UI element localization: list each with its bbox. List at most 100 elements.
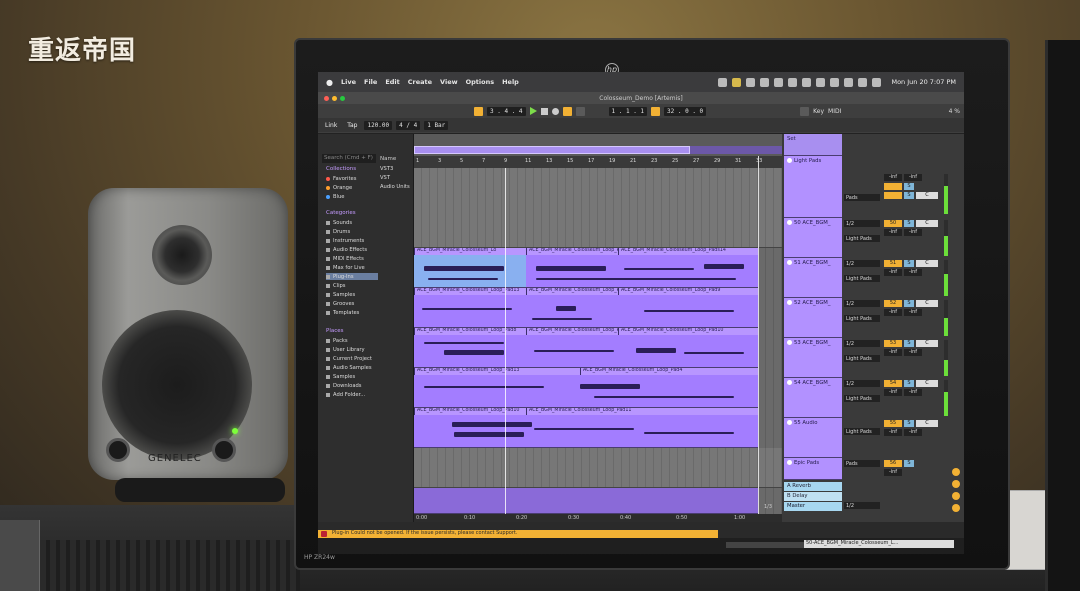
category-clips[interactable]: Clips [326, 282, 378, 289]
menu-edit[interactable]: Edit [385, 78, 399, 86]
output-select[interactable]: Light Pads [844, 235, 880, 242]
loop-start-display[interactable]: 1 . 1 . 1 [608, 106, 648, 116]
pan-knob[interactable]: C [916, 380, 938, 387]
peak-display[interactable]: -inf [904, 349, 922, 356]
place-downloads[interactable]: Downloads [326, 382, 378, 389]
input-select[interactable]: 1/2 [844, 380, 880, 387]
play-icon[interactable] [529, 107, 537, 115]
volume-display[interactable]: -inf [884, 469, 902, 476]
pan-knob[interactable]: C [916, 420, 938, 427]
browser-item-vst3[interactable]: VST3 [380, 166, 393, 172]
clip-title[interactable]: ACE_BGM_Miracle_Colosseum_Loop_Pad9 [618, 288, 758, 295]
quantize-select[interactable]: 1 Bar [424, 120, 449, 130]
pencil-icon[interactable] [800, 106, 810, 116]
track-header-53[interactable]: 53 ACE_BGM_ [784, 338, 842, 378]
search-icon[interactable] [858, 77, 868, 87]
arrangement-overview[interactable] [414, 146, 782, 154]
browser-item-audio-units[interactable]: Audio Units [380, 184, 410, 190]
master-output-select[interactable]: 1/2 [844, 502, 880, 509]
wifi-icon[interactable] [830, 77, 840, 87]
volume-display[interactable]: -inf [884, 349, 902, 356]
page-indicator[interactable]: 1/3 [764, 504, 772, 510]
empty-track-lane[interactable] [414, 168, 782, 248]
record-arm-icon[interactable] [952, 480, 960, 488]
track-header-55-audio[interactable]: 55 Audio [784, 418, 842, 458]
track-activator[interactable] [884, 183, 902, 190]
category-grooves[interactable]: Grooves [326, 300, 378, 307]
menu-options[interactable]: Options [466, 78, 494, 86]
input-select[interactable]: Pads [844, 460, 880, 467]
output-select[interactable]: Light Pads [844, 428, 880, 435]
pan-knob[interactable]: C [916, 340, 938, 347]
solo-button[interactable]: S [904, 380, 914, 387]
record-icon[interactable] [551, 107, 559, 115]
key-map-button[interactable]: Key [813, 108, 824, 115]
status-app-icon[interactable] [760, 77, 770, 87]
pan-knob[interactable]: C [916, 220, 938, 227]
clip-title[interactable]: ACE_BGM_Miracle_Colosseum_Loop_Pad9 [526, 328, 618, 335]
clip-title[interactable]: ACE_BGM_Miracle_Colosseum_Loop_Pads14 [618, 248, 758, 255]
status-app-icon[interactable] [802, 77, 812, 87]
link-button[interactable]: Link [322, 121, 340, 130]
place-packs[interactable]: Packs [326, 337, 378, 344]
clip-lane[interactable]: ACE_BGM_Miracle_Colosseum_Lo ACE_BGM_Mir… [414, 248, 758, 288]
output-select[interactable]: Light Pads [844, 275, 880, 282]
clip-title[interactable]: ACE_BGM_Miracle_Colosseum_Loop_Pad10 [414, 408, 526, 415]
warning-message[interactable]: Plug-in Could not be opened. If the issu… [318, 530, 718, 538]
loop-button[interactable] [651, 106, 661, 116]
clip-title[interactable]: ACE_BGM_Miracle_Colosseum_Loop_Pad13 [414, 288, 526, 295]
status-app-icon[interactable] [718, 77, 728, 87]
clip-title[interactable]: ACE_BGM_Miracle_Colosseum_Loop_Pad [526, 248, 618, 255]
track-header-52[interactable]: 52 ACE_BGM_ [784, 298, 842, 338]
category-audio-effects[interactable]: Audio Effects [326, 246, 378, 253]
place-audio-samples[interactable]: Audio Samples [326, 364, 378, 371]
input-select[interactable]: 1/2 [844, 260, 880, 267]
clip-lane[interactable]: ACE_BGM_Miracle_Colosseum_Loop_Pad13 ACE… [414, 288, 758, 328]
playhead[interactable] [505, 168, 506, 522]
input-select[interactable]: 1/2 [844, 300, 880, 307]
tempo-display[interactable]: 120.00 [364, 120, 393, 130]
pan-knob[interactable]: C [916, 260, 938, 267]
solo-button[interactable]: S [904, 460, 914, 467]
track-header-light-pads[interactable]: Light Pads [784, 156, 842, 218]
punch-in-button[interactable] [575, 106, 585, 116]
record-arm-icon[interactable] [952, 492, 960, 500]
track-header-epic-pads[interactable]: Epic Pads [784, 458, 842, 480]
record-arm-icon[interactable] [952, 504, 960, 512]
clip-title[interactable]: ACE_BGM_Miracle_Colosseum_Loop_Pad8 [414, 328, 526, 335]
status-app-icon[interactable] [746, 77, 756, 87]
output-select[interactable]: Light Pads [844, 395, 880, 402]
return-track-b[interactable]: B Delay [784, 492, 842, 501]
volume-display[interactable]: -inf [884, 309, 902, 316]
empty-track-lane[interactable] [414, 448, 782, 488]
browser-item-vst[interactable]: VST [380, 175, 390, 181]
status-app-icon[interactable] [816, 77, 826, 87]
apple-menu-icon[interactable]: ● [326, 78, 333, 87]
tap-tempo-button[interactable]: Tap [344, 121, 360, 130]
place-user-library[interactable]: User Library [326, 346, 378, 353]
category-templates[interactable]: Templates [326, 309, 378, 316]
beat-ruler[interactable]: 1 3 5 7 9 11 13 15 17 19 21 23 25 27 29 … [414, 156, 782, 168]
peak-display[interactable]: -inf [904, 309, 922, 316]
category-sounds[interactable]: Sounds [326, 219, 378, 226]
category-plug-ins[interactable]: Plug-Ins [326, 273, 378, 280]
menu-view[interactable]: View [440, 78, 458, 86]
clip-lane[interactable]: ACE_BGM_Miracle_Colosseum_Loop_Pad10 ACE… [414, 408, 758, 448]
volume-display[interactable]: -inf [884, 389, 902, 396]
volume-display[interactable]: -inf [884, 429, 902, 436]
master-track[interactable]: Master [784, 502, 842, 511]
status-app-icon[interactable] [774, 77, 784, 87]
status-app-icon[interactable] [732, 77, 742, 87]
midi-map-button[interactable]: MIDI [828, 108, 841, 115]
stop-icon[interactable] [540, 107, 548, 115]
solo-button[interactable]: S [904, 192, 914, 199]
volume-display[interactable]: -inf [884, 269, 902, 276]
category-max-for-live[interactable]: Max for Live [326, 264, 378, 271]
track-header-54[interactable]: 54 ACE_BGM_ [784, 378, 842, 418]
input-select[interactable]: 1/2 [844, 220, 880, 227]
group-track-lane[interactable] [414, 488, 758, 514]
input-select[interactable]: 1/2 [844, 340, 880, 347]
solo-button[interactable]: S [904, 300, 914, 307]
solo-button[interactable]: S [904, 340, 914, 347]
peak-display[interactable]: -inf [904, 174, 922, 181]
